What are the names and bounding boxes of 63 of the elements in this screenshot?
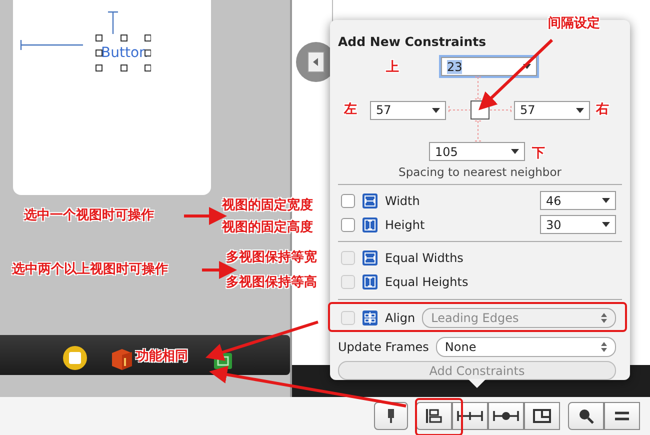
constraint-checkbox[interactable]: [341, 194, 355, 208]
search-icon: [578, 408, 594, 424]
spacing-icon: [457, 409, 483, 423]
caret-icon: [432, 108, 440, 112]
annotation-label: 功能相同: [136, 348, 188, 365]
resolve-button[interactable]: [374, 402, 408, 430]
constraint-value-field[interactable]: 30: [540, 215, 616, 234]
align-icon: [362, 310, 378, 326]
caret-icon: [511, 149, 519, 154]
align-icon: [425, 408, 443, 424]
constraint-label: Equal Heights: [385, 274, 468, 289]
update-frames-label: Update Frames: [338, 340, 429, 354]
constraint-checkbox[interactable]: [341, 218, 355, 232]
align-label: Align: [385, 310, 416, 325]
resolve-icon: [493, 409, 519, 423]
update-frames-select[interactable]: None: [436, 337, 616, 358]
right-spacing-field[interactable]: 57: [514, 100, 590, 120]
cube-icon[interactable]: [110, 347, 134, 371]
annotation-label: 间隔设定: [548, 14, 600, 32]
resize-button[interactable]: [524, 402, 560, 430]
annotation-label: 多视图保持等高: [226, 274, 317, 291]
caret-icon: [523, 64, 531, 69]
caret-icon: [576, 108, 584, 112]
frame-icon: [532, 408, 552, 424]
constraint-label: Height: [385, 218, 425, 232]
annotation-label: 上: [386, 59, 399, 76]
highlight-frame: [415, 398, 463, 435]
stepper-arrows-icon: [601, 312, 607, 323]
align-button[interactable]: [416, 402, 452, 430]
caret-icon: [602, 198, 610, 204]
constraint-label: Width: [385, 194, 420, 208]
annotation-label: 多视图保持等宽: [226, 248, 317, 266]
annotation-label: 视图的固定宽度: [222, 196, 313, 214]
zoom-out-button[interactable]: [568, 402, 604, 430]
annotation-label: 选中两个以上视图时可操作: [12, 261, 168, 278]
constraint-label: Equal Widths: [385, 251, 464, 266]
left-spacing-field[interactable]: 57: [370, 100, 446, 120]
annotation-label: 下: [532, 145, 545, 162]
stepper-arrows-icon: [601, 342, 607, 352]
width-icon: [362, 192, 378, 209]
menu-button[interactable]: [604, 402, 640, 430]
annotation-label: 选中一个视图时可操作: [24, 207, 154, 224]
pin-icon: [385, 408, 397, 424]
popover-title: Add New Constraints: [338, 34, 488, 49]
spacing-caption: Spacing to nearest neighbor: [398, 165, 562, 179]
height-icon: [362, 216, 378, 233]
height-icon: [362, 274, 378, 290]
annotation-label: 视图的固定高度: [222, 218, 313, 236]
dashed-guide-line: [474, 76, 482, 100]
width-icon: [362, 250, 378, 266]
view-controller-icon[interactable]: [62, 345, 88, 371]
menu-icon: [614, 410, 630, 422]
pin-button[interactable]: [452, 402, 488, 430]
bottom-spacing-field[interactable]: 105: [429, 142, 525, 161]
resolve-issues-button[interactable]: [488, 402, 524, 430]
constraint-value-field[interactable]: 46: [540, 191, 616, 210]
annotation-label: 右: [596, 101, 609, 118]
top-spacing-field[interactable]: 23: [441, 57, 537, 76]
popover-pointer: [468, 379, 486, 388]
spacing-square-drawing: [448, 100, 512, 120]
annotation-label: 左: [344, 101, 357, 118]
dashed-guide-line: [474, 120, 482, 142]
caret-icon: [602, 222, 610, 228]
